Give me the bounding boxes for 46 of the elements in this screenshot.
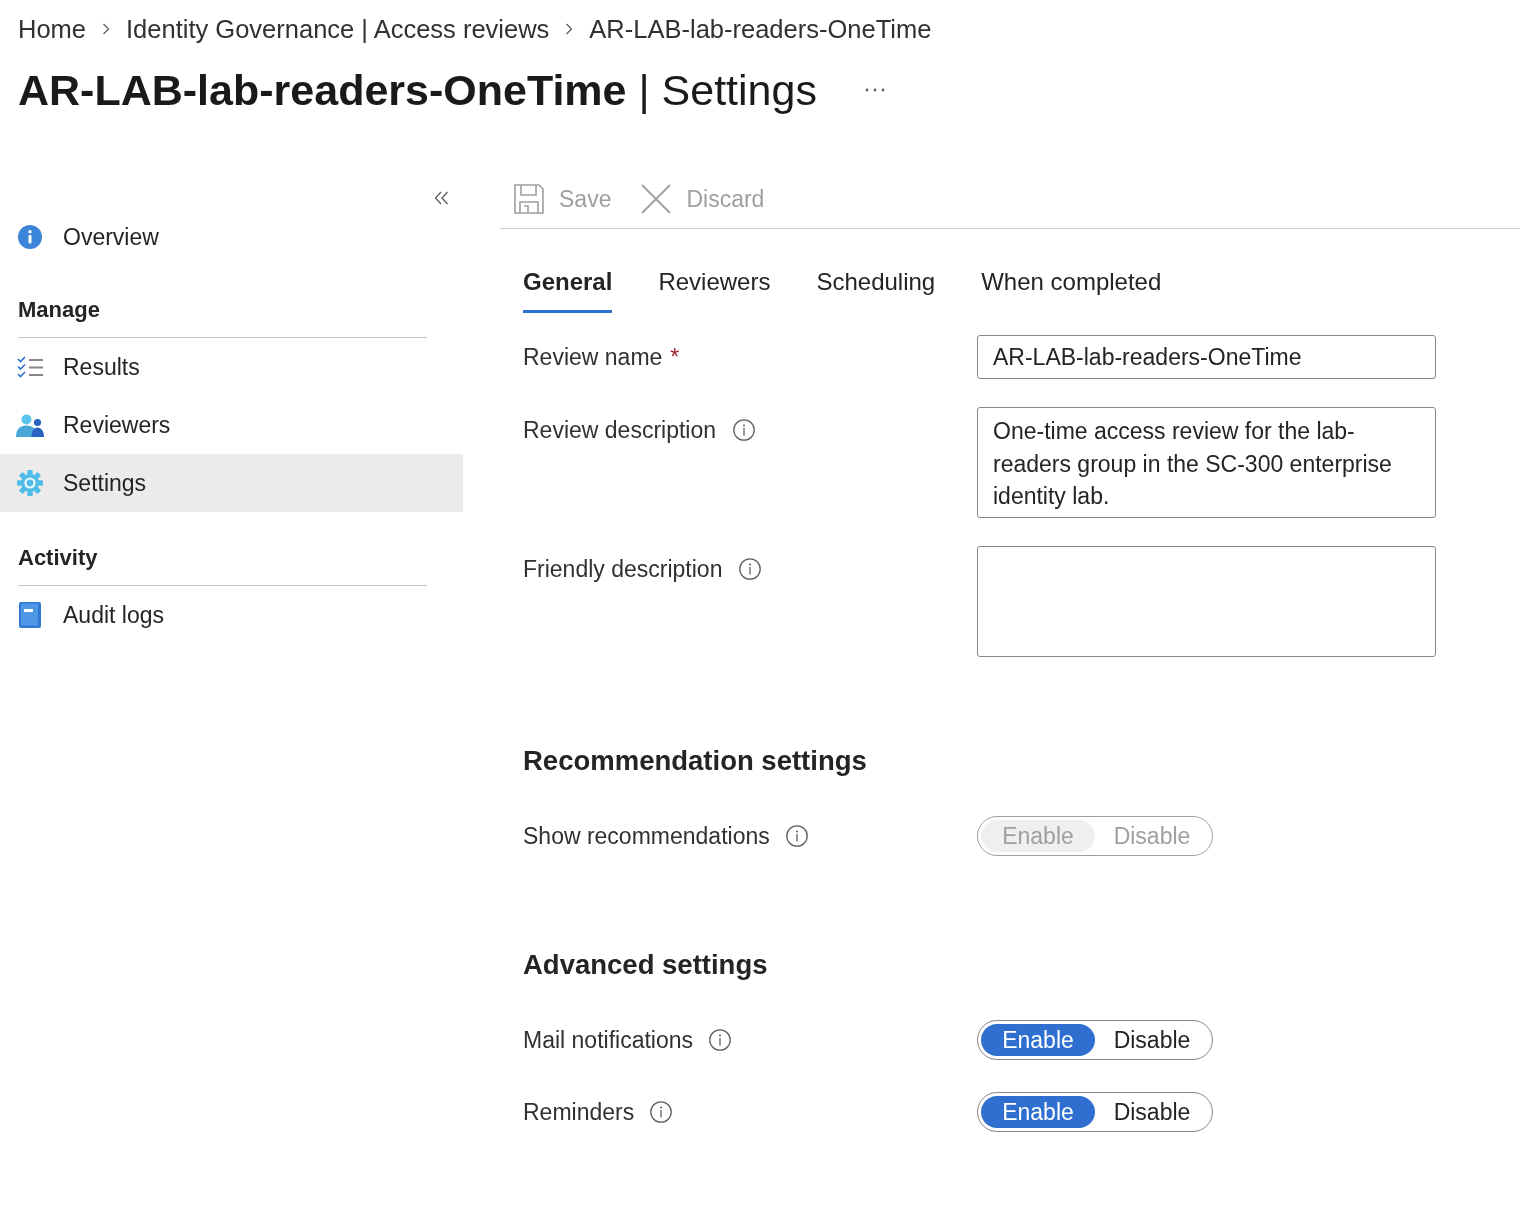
chevron-right-icon bbox=[102, 23, 111, 35]
checklist-icon bbox=[16, 356, 44, 378]
tab[interactable]: General bbox=[523, 266, 613, 313]
required-asterisk: * bbox=[670, 343, 680, 372]
gear-icon bbox=[17, 470, 43, 496]
info-icon[interactable] bbox=[733, 419, 756, 441]
tab[interactable]: Scheduling bbox=[816, 266, 936, 313]
book-icon bbox=[19, 602, 41, 628]
field-label: Review name bbox=[523, 343, 663, 372]
people-icon bbox=[16, 413, 44, 437]
text-area-field[interactable] bbox=[977, 546, 1436, 657]
sidebar-section-heading: Activity bbox=[18, 544, 98, 572]
text-field[interactable]: AR-LAB-lab-readers-OneTime bbox=[977, 335, 1436, 379]
sidebar-item[interactable]: Results bbox=[0, 338, 463, 396]
info-icon bbox=[18, 225, 42, 249]
page-title: AR-LAB-lab-readers-OneTime | Settings bbox=[18, 65, 817, 116]
sidebar-item[interactable]: Audit logs bbox=[0, 586, 463, 644]
sidebar-item[interactable]: Reviewers bbox=[0, 396, 463, 454]
toggle-option[interactable]: Disable bbox=[1095, 1096, 1209, 1128]
breadcrumb-link[interactable]: Home bbox=[18, 13, 87, 45]
section-heading: Recommendation settings bbox=[523, 744, 867, 778]
more-icon[interactable] bbox=[864, 88, 885, 92]
tab[interactable]: Reviewers bbox=[658, 266, 771, 313]
sidebar-item[interactable]: Settings bbox=[0, 454, 463, 512]
field-label: Reminders bbox=[523, 1098, 635, 1127]
close-icon bbox=[641, 184, 672, 214]
breadcrumb-link[interactable]: Identity Governance | Access reviews bbox=[126, 13, 550, 45]
sidebar-section-heading: Manage bbox=[18, 296, 100, 324]
section-heading: Advanced settings bbox=[523, 948, 768, 982]
toggle-option[interactable]: Disable bbox=[1095, 1024, 1209, 1056]
info-icon[interactable] bbox=[650, 1101, 673, 1123]
chevron-right-icon bbox=[565, 23, 574, 35]
double-chevron-left-icon[interactable] bbox=[434, 191, 449, 205]
info-icon[interactable] bbox=[739, 558, 762, 580]
info-icon[interactable] bbox=[709, 1029, 732, 1051]
tab[interactable]: When completed bbox=[981, 266, 1162, 313]
save-icon bbox=[514, 184, 544, 214]
breadcrumb-link[interactable]: AR-LAB-lab-readers-OneTime bbox=[589, 13, 932, 45]
sidebar-item[interactable]: Overview bbox=[0, 208, 463, 266]
text-area-field[interactable]: One-time access review for the lab-readers group in the SC-300 enterprise identity lab. bbox=[977, 407, 1436, 518]
field-label: Friendly description bbox=[523, 555, 723, 584]
field-label: Show recommendations bbox=[523, 822, 770, 851]
toggle-option[interactable]: Enable bbox=[981, 1024, 1095, 1056]
toggle-option[interactable]: Enable bbox=[981, 1096, 1095, 1128]
field-label: Review description bbox=[523, 416, 717, 445]
field-label: Mail notifications bbox=[523, 1026, 694, 1055]
